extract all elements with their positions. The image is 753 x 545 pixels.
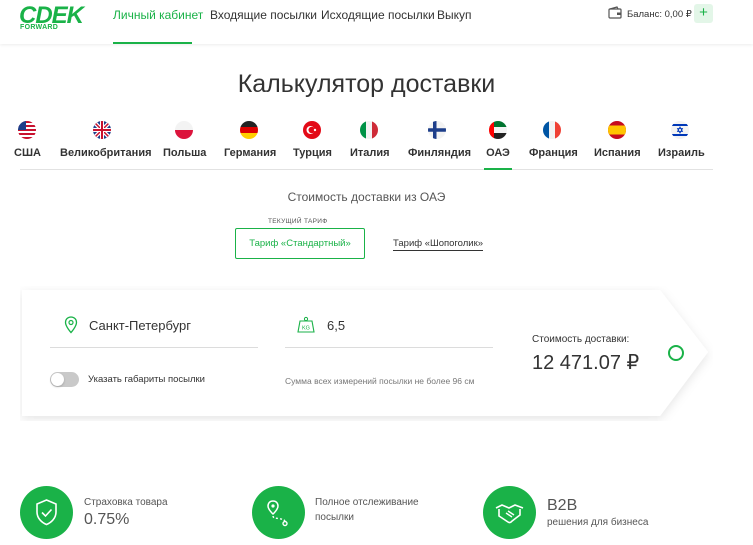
nav-personal-account[interactable]: Личный кабинет: [113, 8, 203, 22]
shipping-subtitle: Стоимость доставки из ОАЭ: [287, 190, 446, 204]
tab-country-italy[interactable]: Италия: [350, 118, 390, 159]
country-label: ОАЭ: [486, 147, 510, 159]
page-title: Калькулятор доставки: [237, 70, 496, 98]
tariff-standard-button[interactable]: Тариф «Стандартный»: [235, 228, 365, 259]
handshake-icon: [495, 504, 524, 524]
tracking-title-line2: посылки: [315, 512, 354, 523]
city-input-underline: [50, 347, 258, 348]
shield-check-icon: [36, 499, 57, 526]
weight-input-underline: [285, 347, 493, 348]
tab-country-israel[interactable]: Израиль: [658, 118, 705, 159]
b2b-subtitle: решения для бизнеса: [547, 517, 649, 528]
country-label: Италия: [350, 147, 390, 159]
country-label: Польша: [163, 147, 207, 159]
france-flag-icon: [542, 121, 561, 139]
germany-flag-icon: [239, 121, 258, 139]
uae-flag-icon: [489, 121, 507, 139]
turkey-flag-icon: [302, 121, 321, 139]
tab-country-spain[interactable]: Испания: [594, 118, 641, 159]
b2b-title: B2B: [547, 497, 578, 514]
tab-country-uae[interactable]: ОАЭ: [484, 118, 512, 159]
insurance-feature-icon: [20, 486, 73, 539]
weight-unit-label: KG: [302, 326, 310, 332]
country-label: Турция: [293, 147, 332, 159]
b2b-feature-icon: [483, 486, 536, 539]
finland-flag-icon: [428, 121, 446, 139]
tab-country-uk[interactable]: Великобритания: [60, 118, 152, 159]
uk-flag-icon: [92, 121, 111, 139]
country-label: Великобритания: [60, 147, 152, 159]
tracking-feature-icon: [252, 486, 305, 539]
dimensions-hint: Сумма всех измерений посылки не более 96…: [285, 376, 475, 386]
poland-flag-icon: [174, 121, 193, 139]
balance-text: Баланс: 0,00 ₽: [627, 9, 692, 20]
tariff-shopaholic-link[interactable]: Тариф «Шопоголик»: [393, 238, 484, 251]
logo-subtext: FORWARD: [20, 24, 59, 31]
tabs-divider: [20, 169, 713, 170]
delivery-cost-label: Стоимость доставки:: [532, 334, 630, 345]
cost-radio-icon[interactable]: [668, 345, 684, 361]
israel-flag-icon: [671, 121, 689, 139]
nav-active-indicator: [113, 42, 192, 44]
tab-country-france[interactable]: Франция: [529, 118, 578, 159]
route-icon: [267, 500, 288, 527]
tracking-title: Полное отслеживание: [315, 497, 419, 508]
tab-country-poland[interactable]: Польша: [163, 118, 207, 159]
add-balance-button[interactable]: +: [694, 4, 713, 23]
country-tabs: США Великобритания Польша Германия Турци…: [0, 118, 753, 170]
nav-buyout[interactable]: Выкуп: [437, 8, 472, 22]
wallet-icon: [608, 6, 622, 19]
delivery-cost-value: 12 471.07 ₽: [532, 352, 640, 374]
nav-incoming-parcels[interactable]: Входящие посылки: [210, 8, 317, 22]
tab-country-usa[interactable]: США: [14, 118, 41, 159]
country-label: Финляндия: [408, 147, 472, 159]
toggle-knob: [51, 373, 64, 386]
italy-flag-icon: [360, 121, 378, 139]
country-label: США: [14, 147, 41, 159]
country-label: Франция: [529, 147, 578, 159]
us-flag-icon: [18, 121, 36, 139]
cdek-logo[interactable]: CDEK FORWARD: [19, 2, 89, 34]
top-header: CDEK FORWARD Личный кабинет Входящие пос…: [0, 0, 753, 44]
tab-country-finland[interactable]: Финляндия: [408, 118, 472, 159]
current-tariff-caption: ТЕКУЩИЙ ТАРИФ: [268, 218, 328, 225]
weight-kg-icon: KG: [297, 316, 315, 333]
country-label: Германия: [224, 147, 277, 159]
dimensions-toggle[interactable]: [50, 372, 79, 387]
destination-city-input[interactable]: Санкт-Петербург: [89, 318, 191, 333]
insurance-title: Страховка товара: [84, 497, 168, 508]
country-label: Израиль: [658, 147, 705, 159]
insurance-rate: 0.75%: [84, 511, 130, 528]
tab-country-turkey[interactable]: Турция: [293, 118, 332, 159]
spain-flag-icon: [607, 121, 626, 139]
nav-outgoing-parcels[interactable]: Исходящие посылки: [321, 8, 435, 22]
weight-input[interactable]: 6,5: [327, 318, 345, 333]
tab-country-germany[interactable]: Германия: [224, 118, 277, 159]
location-pin-icon: [64, 316, 78, 334]
active-country-indicator: [484, 168, 512, 170]
dimensions-toggle-label: Указать габариты посылки: [88, 374, 205, 385]
country-label: Испания: [594, 147, 641, 159]
